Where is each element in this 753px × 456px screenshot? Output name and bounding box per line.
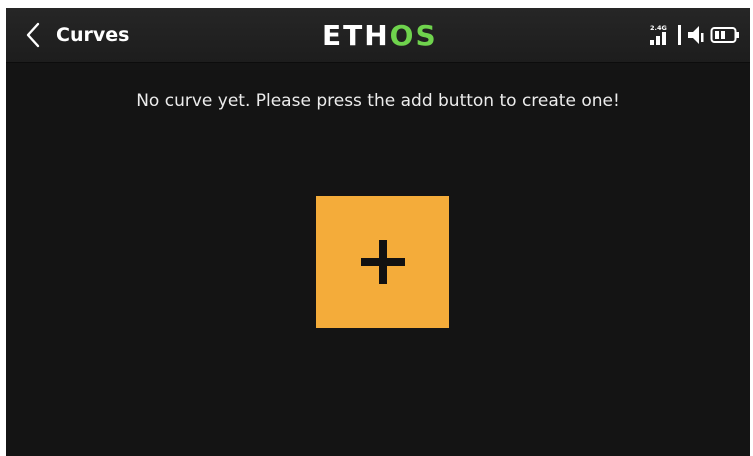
page-title: Curves — [56, 24, 130, 46]
battery-icon — [710, 27, 739, 43]
screen: Curves ETH OS 2.4G No curve yet. Please … — [6, 8, 750, 456]
add-curve-button[interactable] — [316, 196, 449, 328]
status-icons: 2.4G — [648, 20, 740, 50]
speaker-icon — [688, 26, 704, 44]
logo-text-eth: ETH — [322, 18, 390, 52]
divider-bar — [678, 25, 681, 45]
plus-icon — [360, 240, 405, 284]
empty-state-message: No curve yet. Please press the add butto… — [136, 91, 620, 111]
top-bar: Curves ETH OS 2.4G — [6, 8, 750, 62]
back-button[interactable] — [10, 15, 56, 55]
band-label: 2.4G — [650, 24, 667, 32]
signal-bars-icon: 2.4G — [650, 24, 667, 45]
device-frame: Curves ETH OS 2.4G No curve yet. Please … — [0, 0, 753, 456]
ethos-logo: ETH OS — [322, 18, 438, 52]
header-divider — [6, 62, 750, 63]
chevron-left-icon — [26, 22, 40, 48]
logo-text-os: OS — [389, 18, 438, 52]
